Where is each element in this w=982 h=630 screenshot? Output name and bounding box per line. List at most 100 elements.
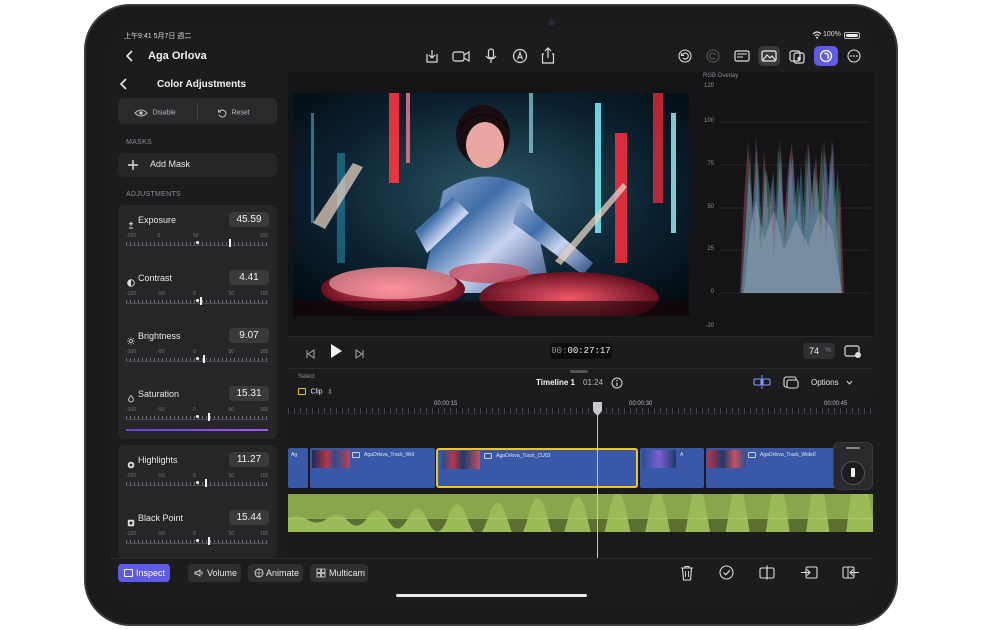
viewer-options-icon[interactable] [844,344,862,358]
detach-audio-icon[interactable] [800,565,818,580]
slider-track [126,419,268,420]
volume-button[interactable]: Volume [188,564,241,582]
options-chevron-icon [846,378,853,387]
video-clip[interactable]: AgaOrlova_Track_Wide0 [706,448,836,488]
audio-track[interactable] [288,473,873,562]
clip-thumbnail [312,450,350,468]
adjustment-slider[interactable]: -100 -50 0 50 100 [126,349,268,363]
slider-tick-label: -50 [157,531,165,537]
undo-icon[interactable] [678,49,692,63]
titles-icon[interactable] [512,48,528,64]
scope-waveform [720,80,870,330]
adjustment-value-field[interactable]: 9.07 [229,328,269,343]
adjustment-label: Highlights [138,455,178,465]
add-mask-button[interactable]: Add Mask [118,153,277,177]
adjustment-value-field[interactable]: 45.59 [229,212,269,227]
adjustment-slider[interactable]: -100 -50 0 50 100 [126,531,268,545]
import-icon[interactable] [424,48,440,64]
adjustment-value-field[interactable]: 15.31 [229,386,269,401]
share-icon[interactable] [540,47,556,64]
zoom-value: 74 [809,346,820,356]
microphone-icon[interactable] [484,48,498,64]
slider-knob[interactable] [203,355,206,363]
clip-selector[interactable]: Clip ⇕ [298,383,333,396]
timeline-view-icon[interactable] [782,374,800,390]
timecode-display[interactable]: 00:00:27:17 [550,343,612,359]
timecode-prefix: 00: [551,346,568,356]
snapping-icon[interactable] [752,374,772,390]
slider-tick-label: -50 [157,473,165,479]
split-icon[interactable] [759,565,775,580]
disable-button[interactable]: Disable [134,104,176,118]
inspector-back-icon[interactable] [118,76,130,92]
slider-knob[interactable] [205,479,207,487]
slider-knob[interactable] [207,413,210,421]
video-clip-icon [484,453,492,459]
video-clip[interactable]: A [640,448,704,488]
selected-indicator [126,429,268,431]
drag-handle[interactable] [570,370,588,373]
animate-button[interactable]: Animate [248,564,303,582]
checkmark-icon[interactable] [719,565,734,580]
adjustment-row-saturation[interactable]: Saturation 15.31 -100 -50 0 50 100 [118,384,277,438]
adjustment-row-highlights[interactable]: Highlights 11.27 -100 -50 0 50 100 [118,450,277,504]
slider-knob[interactable] [207,537,210,545]
slider-tick-label: -100 [126,407,137,413]
skip-forward-icon[interactable] [355,346,365,359]
adjustment-slider[interactable]: -100 -50 0 50 100 [126,407,268,421]
adjustment-row-exposure[interactable]: Exposure 45.59 -100 0 50 100 [118,210,277,264]
slider-tick-label: -50 [157,349,165,355]
clip-name: AgaOrlova_Track_Wid [364,452,415,458]
multicam-button[interactable]: Multicam [310,564,368,582]
info-icon[interactable] [611,376,623,389]
playhead-handle[interactable] [592,401,603,417]
slider-tick-label: -100 [126,291,137,297]
effects-icon[interactable] [788,48,806,64]
photo-browser-icon[interactable] [758,46,780,66]
redo-icon[interactable] [706,49,720,63]
slider-tick-label: -100 [126,473,137,479]
clip-chevron-icon: ⇕ [326,388,333,396]
insert-icon[interactable] [842,565,860,580]
viewer-layout-icon[interactable] [732,48,752,64]
back-icon[interactable] [124,48,136,64]
play-icon[interactable] [329,343,343,359]
ruler-mark-30: 00:00:30 [629,401,653,407]
slider-knob[interactable] [200,297,203,305]
adjustment-row-contrast[interactable]: Contrast 4.41 -100 -50 0 50 100 [118,268,277,322]
adjustment-slider[interactable]: -100 -50 0 50 100 [126,291,268,305]
skip-back-icon[interactable] [305,346,315,359]
scope-scale-120: 120 [703,83,714,89]
reset-button[interactable]: Reset [217,104,250,118]
video-frame[interactable] [293,93,689,316]
adjustment-row-brightness[interactable]: Brightness 9.07 -100 -50 0 50 100 [118,326,277,380]
adjustment-value-field[interactable]: 11.27 [229,452,269,467]
adjustment-value-field[interactable]: 15.44 [229,510,269,525]
inspector-toggle-icon[interactable] [814,46,838,66]
adjustment-value-field[interactable]: 4.41 [229,270,269,285]
audio-waveform [288,473,873,562]
adjustment-label: Brightness [138,331,181,341]
more-icon[interactable] [847,49,861,63]
adjustment-slider[interactable]: -100 -50 0 50 100 [126,473,268,487]
selected-video-clip[interactable]: AgaOrlova_Track_CU03 [436,448,638,488]
zoom-field[interactable]: 74 % [803,343,835,359]
adjustment-row-black-point[interactable]: Black Point 15.44 -100 -50 0 50 100 [118,508,277,562]
options-button[interactable]: Options [811,378,853,387]
slider-knob[interactable] [229,239,232,247]
video-clip[interactable]: AgaOrlova_Track_Wid [310,448,435,488]
adjustment-slider[interactable]: -100 0 50 100 [126,233,268,247]
playhead[interactable] [597,402,598,558]
animate-label: Animate [266,568,300,578]
inspect-button[interactable]: Inspect [118,564,170,582]
scope-scale-50: 50 [707,204,714,210]
slider-center-dot [196,241,199,244]
timeline-zoom-control[interactable] [833,442,873,490]
trash-icon[interactable] [680,565,694,581]
slider-tick-label: -50 [157,291,165,297]
clip-name: AgaOrlova_Track_CU03 [496,453,551,459]
slider-center-dot [196,481,199,484]
highlights-icon [127,456,135,474]
video-clip[interactable]: Ag [288,448,308,488]
camera-icon[interactable] [452,48,470,64]
